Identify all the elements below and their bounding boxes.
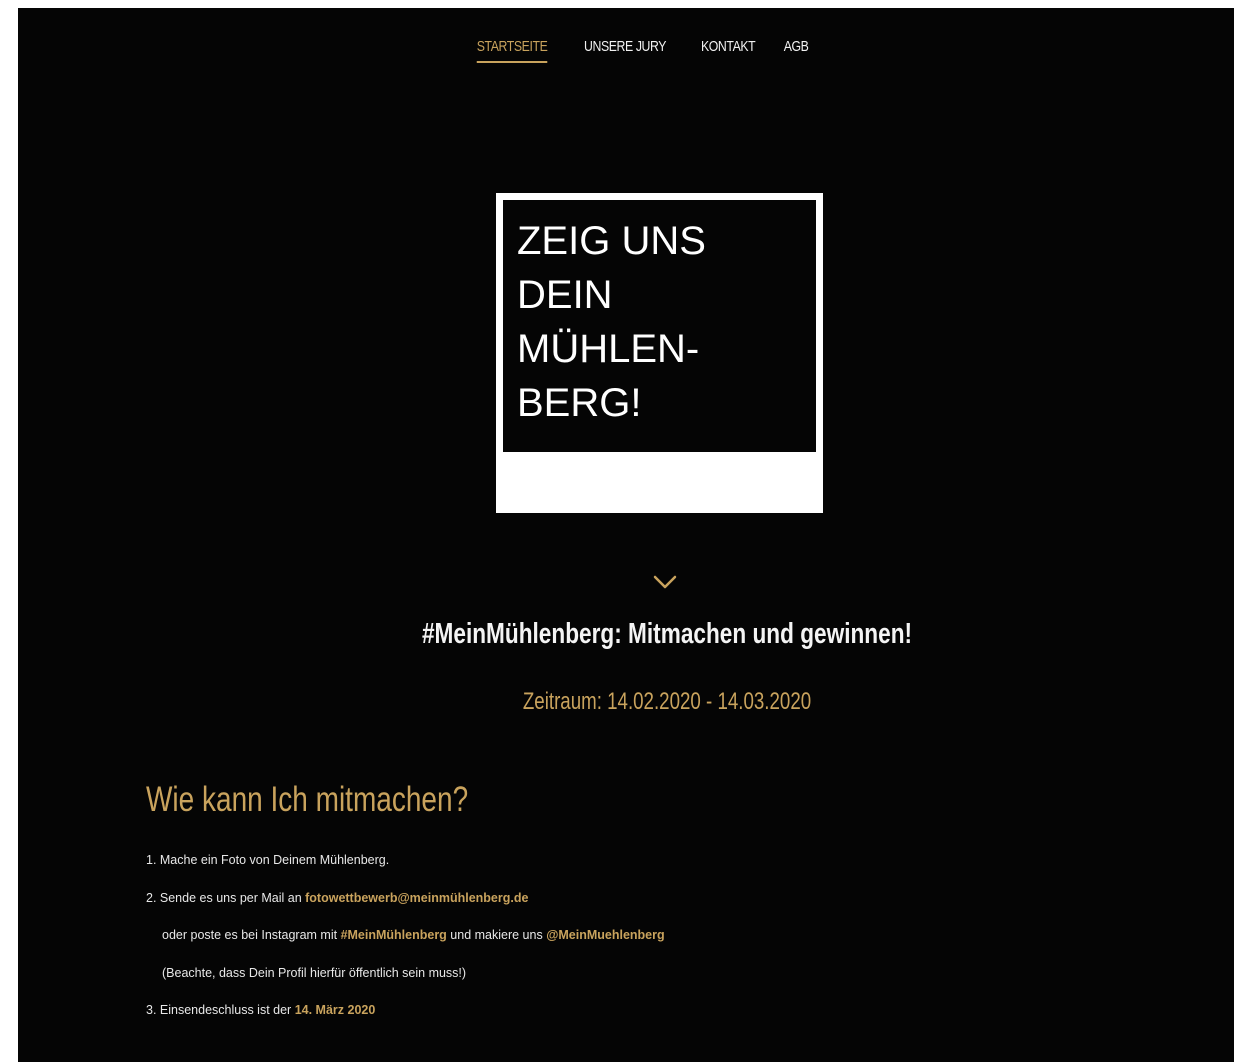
- how-to-participate-heading: Wie kann Ich mitmachen?: [146, 780, 469, 819]
- nav-item-unsere-jury[interactable]: UNSERE JURY: [584, 38, 666, 63]
- hero-polaroid: ZEIG UNS DEIN MÜHLEN- BERG!: [496, 193, 823, 513]
- step-2-instagram-text: oder poste es bei Instagram mit: [162, 928, 341, 942]
- hero-line-2: DEIN: [517, 273, 613, 317]
- main-nav: STARTSEITE UNSERE JURY KONTAKT AGB: [32, 38, 1234, 63]
- nav-item-startseite[interactable]: STARTSEITE: [476, 38, 547, 63]
- contest-email-link[interactable]: fotowettbewerb@meinmühlenberg.de: [305, 891, 528, 905]
- polaroid-photo-area: ZEIG UNS DEIN MÜHLEN- BERG!: [503, 200, 816, 452]
- step-2: 2. Sende es uns per Mail an fotowettbewe…: [146, 888, 1046, 926]
- step-1: 1. Mache ein Foto von Deinem Mühlenberg.: [146, 850, 1046, 888]
- step-2-text: 2. Sende es uns per Mail an: [146, 890, 306, 905]
- step-3-text: 3. Einsendeschluss ist der: [146, 1003, 295, 1017]
- step-2-instagram: oder poste es bei Instagram mit #MeinMüh…: [146, 925, 1046, 963]
- step-3: 3. Einsendeschluss ist der 14. März 2020: [146, 1000, 1046, 1038]
- page: STARTSEITE UNSERE JURY KONTAKT AGB ZEIG …: [18, 8, 1234, 1062]
- deadline-date: 14. März 2020: [294, 1003, 376, 1017]
- step-2-note: (Beachte, dass Dein Profil hierfür öffen…: [146, 963, 1046, 1001]
- hero-line-1: ZEIG UNS: [517, 219, 706, 263]
- participation-steps: 1. Mache ein Foto von Deinem Mühlenberg.…: [146, 850, 1046, 1038]
- nav-item-agb[interactable]: AGB: [784, 38, 809, 63]
- step-2-instagram-mid: und makiere uns: [446, 928, 547, 942]
- chevron-down-icon[interactable]: [652, 574, 678, 590]
- step-1-text: 1. Mache ein Foto von Deinem Mühlenberg.: [146, 853, 390, 867]
- contest-subtitle: #MeinMühlenberg: Mitmachen und gewinnen!: [421, 618, 913, 650]
- nav-item-kontakt[interactable]: KONTAKT: [701, 38, 756, 63]
- hero-title: ZEIG UNS DEIN MÜHLEN- BERG!: [517, 214, 807, 430]
- hashtag-link[interactable]: #MeinMühlenberg: [341, 928, 447, 942]
- hero-line-4: BERG!: [517, 381, 642, 425]
- contest-period: Zeitraum: 14.02.2020 - 14.03.2020: [522, 688, 812, 715]
- instagram-handle-link[interactable]: @MeinMuehlenberg: [546, 928, 664, 942]
- hero-line-3: MÜHLEN-: [517, 327, 700, 371]
- step-2-note-text: (Beachte, dass Dein Profil hierfür öffen…: [162, 965, 467, 980]
